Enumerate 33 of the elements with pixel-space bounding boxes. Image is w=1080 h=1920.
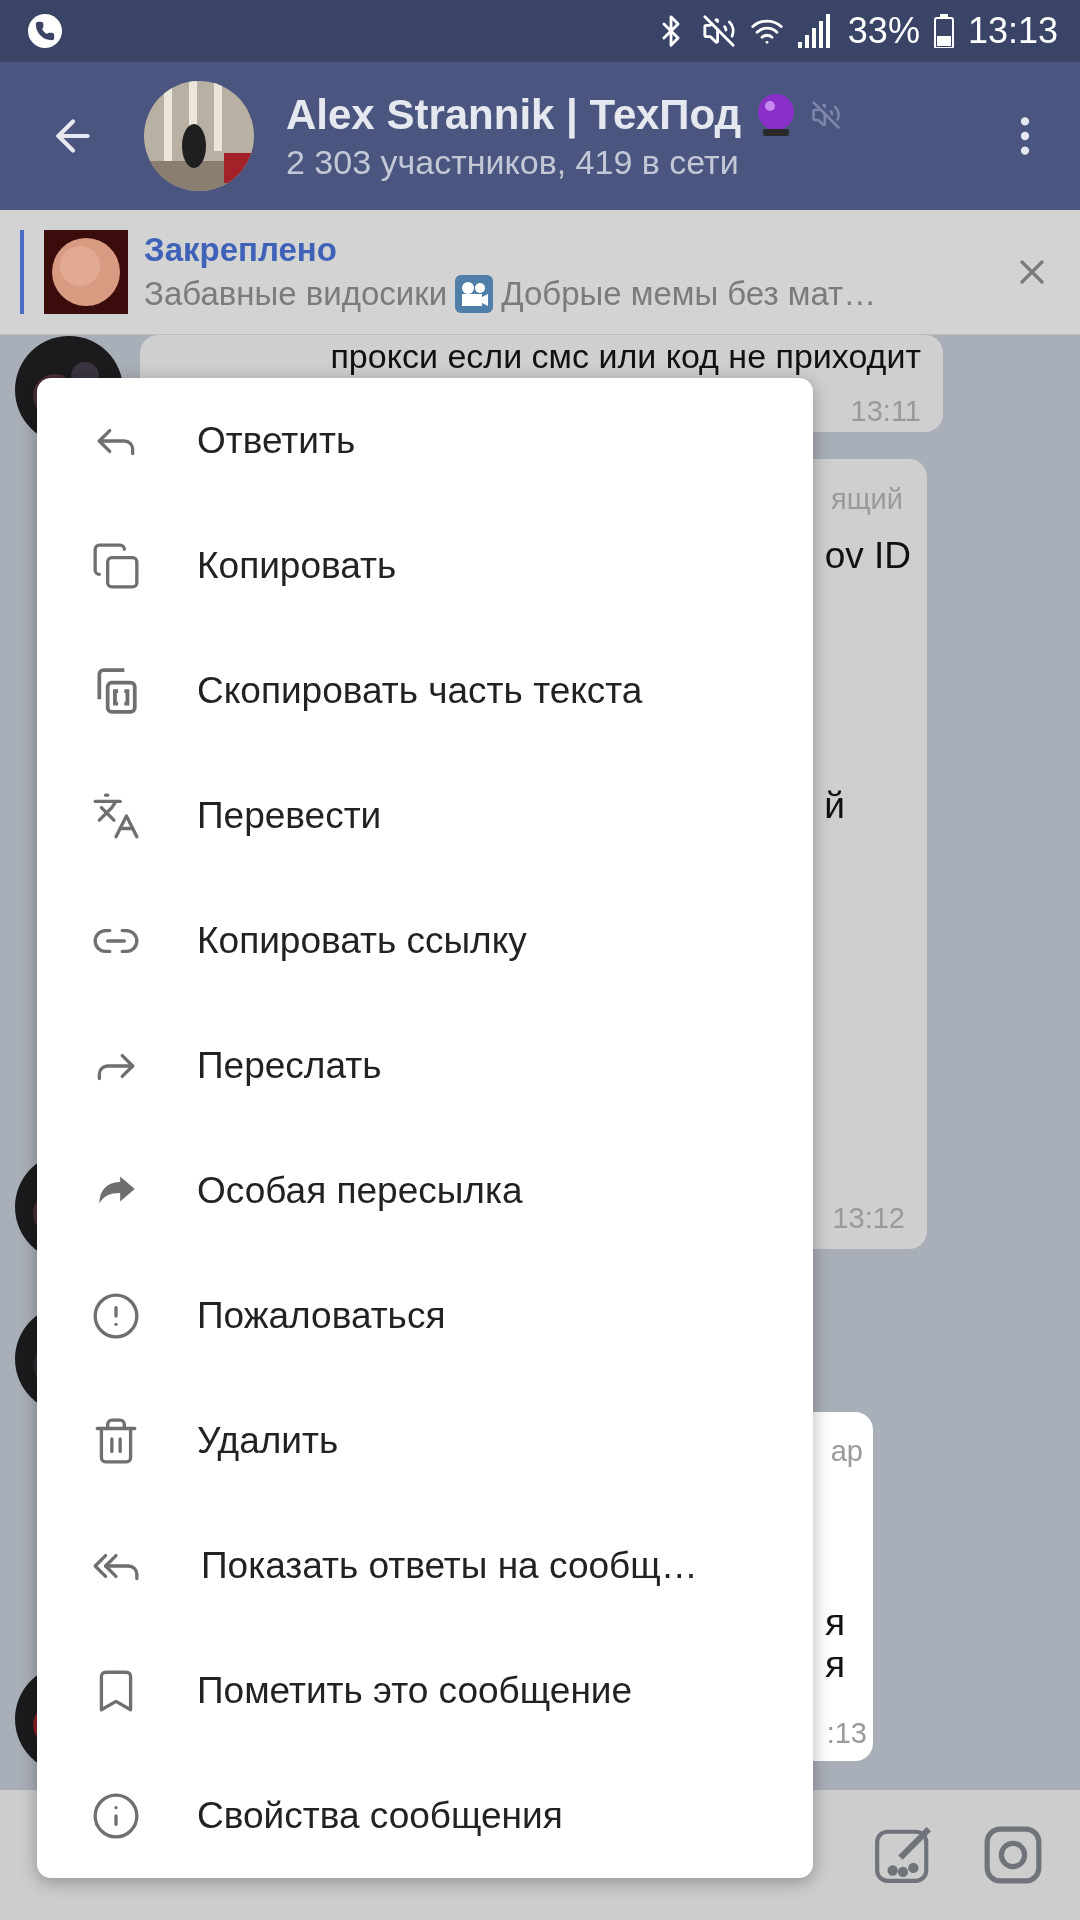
pinned-preview: Забавные видосики bbox=[144, 275, 448, 313]
message-text: прокси если смс или код не приходит bbox=[330, 337, 921, 375]
battery-icon bbox=[933, 14, 954, 48]
sender-name: ар bbox=[830, 1435, 863, 1467]
muted-icon bbox=[811, 99, 842, 130]
movie-camera-icon bbox=[455, 275, 494, 313]
menu-item[interactable]: Удалить bbox=[37, 1378, 813, 1503]
pinned-label: Закреплено bbox=[144, 231, 338, 269]
menu-item[interactable]: Показать ответы на сообщ… bbox=[37, 1503, 813, 1628]
message-time: :13 bbox=[826, 1718, 867, 1748]
menu-item[interactable]: Копировать bbox=[37, 503, 813, 628]
mute-icon bbox=[701, 14, 736, 48]
phone-icon bbox=[28, 14, 62, 48]
menu-item[interactable]: Переслать bbox=[37, 1003, 813, 1128]
message-text: ov ID bbox=[824, 535, 911, 577]
camera-icon[interactable] bbox=[982, 1824, 1044, 1886]
clock: 13:13 bbox=[967, 10, 1058, 52]
menu-item[interactable]: Ответить bbox=[37, 378, 813, 503]
pinned-preview: Добрые мемы без мат… bbox=[501, 275, 877, 313]
menu-item[interactable]: Пожаловаться bbox=[37, 1253, 813, 1378]
message-text: я bbox=[824, 1644, 845, 1686]
menu-item[interactable]: Перевести bbox=[37, 753, 813, 878]
message-text: я bbox=[824, 1602, 845, 1644]
battery-percent: 33% bbox=[847, 10, 920, 52]
chat-title: Alex Strannik | ТехПод bbox=[286, 90, 742, 139]
member-count: 2 303 участников, 419 в сети bbox=[286, 142, 740, 182]
menu-item[interactable]: Скопировать часть текста bbox=[37, 628, 813, 753]
menu-item[interactable]: Свойства сообщения bbox=[37, 1753, 813, 1878]
message-text: й bbox=[824, 785, 845, 827]
menu-item[interactable]: Особая пересылка bbox=[37, 1128, 813, 1253]
menu-item[interactable]: Пометить это сообщение bbox=[37, 1628, 813, 1753]
menu-item[interactable]: Копировать ссылку bbox=[37, 878, 813, 1003]
paint-palette-icon[interactable] bbox=[872, 1824, 934, 1886]
